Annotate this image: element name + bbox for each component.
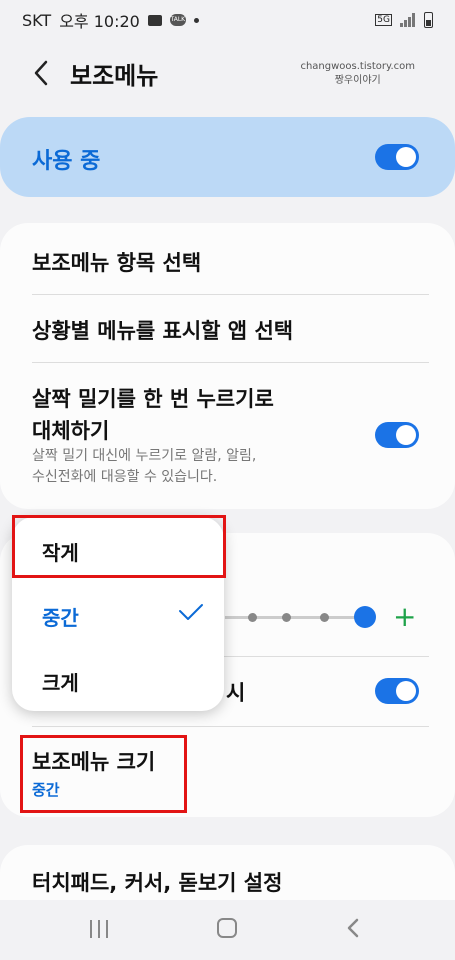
master-toggle[interactable] bbox=[375, 144, 419, 170]
divider bbox=[32, 362, 429, 363]
watermark-name: 짱우이야기 bbox=[334, 75, 381, 86]
divider bbox=[32, 294, 429, 295]
settings-card-1: 보조메뉴 항목 선택 상황별 메뉴를 표시할 앱 선택 살짝 밀기를 한 번 누… bbox=[0, 223, 455, 509]
home-icon[interactable] bbox=[217, 918, 237, 938]
status-right: 5G bbox=[375, 12, 433, 28]
status-left: SKT 오후 10:20 TALK bbox=[22, 8, 199, 32]
kakaotalk-icon: TALK bbox=[169, 14, 186, 26]
swipe-sub-line1: 살짝 밀기 대신에 누르기로 알람, 알림, bbox=[32, 448, 257, 464]
master-switch-label: 사용 중 bbox=[32, 149, 101, 174]
size-option-large[interactable]: 크게 bbox=[42, 667, 79, 696]
navigation-bar bbox=[0, 900, 455, 960]
swipe-title-line2[interactable]: 대체하기 bbox=[32, 415, 109, 445]
dot-icon bbox=[193, 17, 199, 23]
nav-back-icon[interactable] bbox=[345, 916, 361, 940]
slider-tick bbox=[282, 613, 291, 622]
transparency-slider-track[interactable] bbox=[225, 616, 365, 619]
show-row-label-partial[interactable]: 시 bbox=[226, 677, 245, 707]
slider-thumb[interactable] bbox=[354, 606, 376, 628]
page-title: 보조메뉴 bbox=[70, 62, 159, 90]
recent-apps-icon[interactable] bbox=[90, 920, 110, 938]
clock: 오후 10:20 bbox=[59, 12, 140, 31]
message-icon bbox=[147, 14, 162, 26]
check-icon bbox=[179, 604, 203, 620]
size-option-medium[interactable]: 중간 bbox=[42, 602, 79, 631]
app-header: 보조메뉴 changwoos.tistory.com 짱우이야기 bbox=[0, 48, 455, 98]
back-arrow-icon[interactable] bbox=[30, 58, 54, 88]
show-toggle[interactable] bbox=[375, 678, 419, 704]
highlight-size-row bbox=[20, 735, 187, 813]
status-bar: SKT 오후 10:20 TALK 5G bbox=[0, 0, 455, 40]
battery-icon bbox=[424, 12, 433, 28]
master-switch-card[interactable]: 사용 중 bbox=[0, 117, 455, 197]
swipe-sub-line2: 수신전화에 대응할 수 있습니다. bbox=[32, 469, 218, 485]
plus-icon[interactable]: + bbox=[393, 603, 416, 631]
highlight-small-option bbox=[12, 515, 226, 578]
signal-icon bbox=[400, 13, 416, 27]
slider-tick bbox=[320, 613, 329, 622]
swipe-title-line1[interactable]: 살짝 밀기를 한 번 누르기로 bbox=[32, 383, 274, 413]
slider-tick bbox=[248, 613, 257, 622]
carrier-label: SKT bbox=[22, 10, 52, 30]
5g-network-icon: 5G bbox=[375, 14, 392, 26]
swipe-toggle[interactable] bbox=[375, 422, 419, 448]
select-apps-row[interactable]: 상황별 메뉴를 표시할 앱 선택 bbox=[32, 315, 293, 345]
watermark-url: changwoos.tistory.com bbox=[300, 61, 415, 72]
divider bbox=[32, 726, 429, 727]
watermark: changwoos.tistory.com 짱우이야기 bbox=[300, 60, 415, 88]
select-items-row[interactable]: 보조메뉴 항목 선택 bbox=[32, 247, 201, 277]
touchpad-row[interactable]: 터치패드, 커서, 돋보기 설정 bbox=[32, 867, 282, 897]
